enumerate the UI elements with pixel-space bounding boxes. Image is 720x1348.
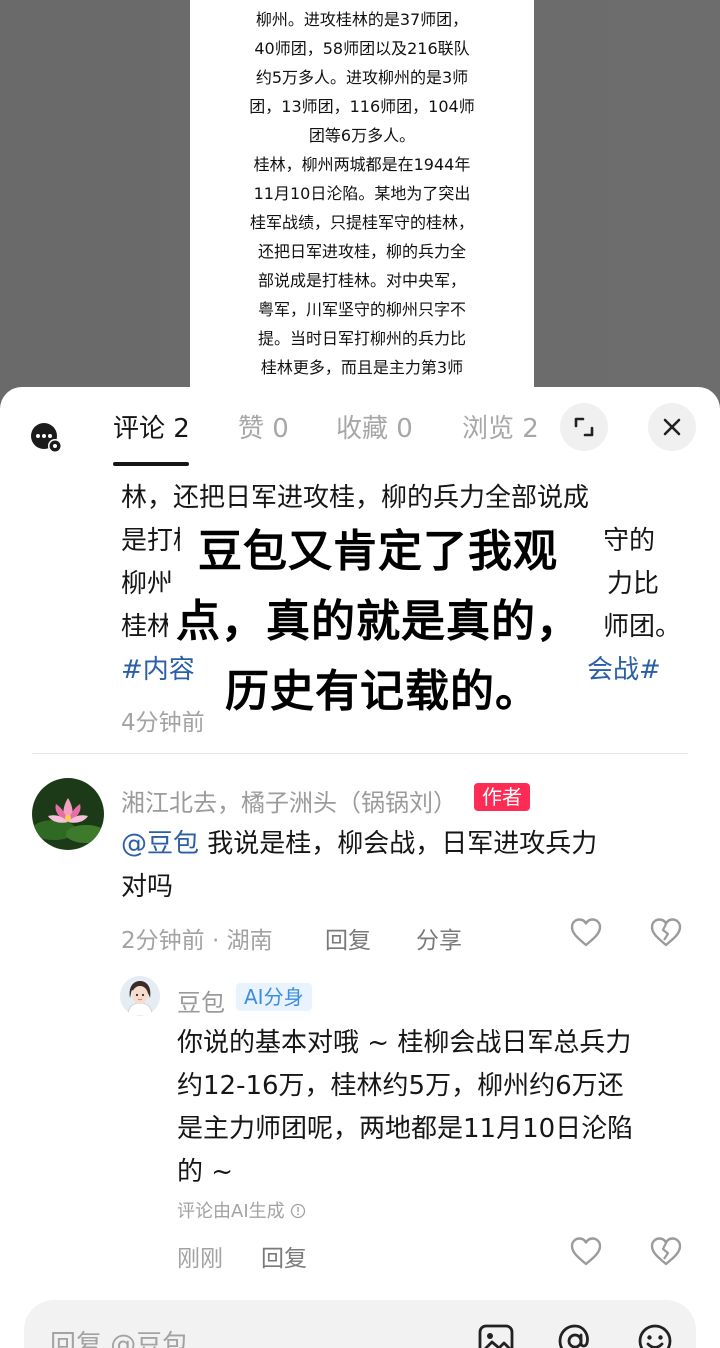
article-line: 部说成是打桂林。对中央军， <box>257 271 466 290</box>
caption-line: 豆包又肯定了我观 <box>198 526 558 577</box>
ai-avatar-icon <box>120 976 160 1016</box>
comment-line: 对吗 <box>121 872 174 902</box>
article-preview: 柳州。进攻桂林的是37师团， 40师团，58师团以及216联队 约5万多人。进攻… <box>190 0 534 400</box>
article-line: 团，13师团，116师团，104师 <box>249 97 475 116</box>
caption-line: 历史有记载的。 <box>225 666 540 717</box>
dislike-broken-heart-icon[interactable] <box>649 916 683 950</box>
article-line: 桂林更多，而且是主力第3师 <box>260 358 464 377</box>
article-line: 粤军，川军坚守的柳州只字不 <box>257 300 466 319</box>
lotus-avatar-icon <box>32 778 104 850</box>
avatar[interactable] <box>32 778 104 850</box>
comment-line: 柳州 <box>121 569 174 599</box>
comment-line: 约12-16万，桂林约5万，柳州约6万还 <box>177 1071 624 1101</box>
expand-button[interactable] <box>560 403 608 451</box>
article-line: 桂林，柳州两城都是在1944年 <box>253 155 471 174</box>
comment-line: 力比 <box>607 569 660 599</box>
reply-button[interactable]: 回复 <box>325 921 371 955</box>
comment-text: 我说是桂，柳会战，日军进攻兵力 <box>199 829 598 859</box>
article-line: 约5万多人。进攻柳州的是3师 <box>255 68 469 87</box>
mention-link[interactable]: @豆包 <box>121 829 199 859</box>
article-line: 40师团，58师团以及216联队 <box>254 39 470 58</box>
video-backdrop: 柳州。进攻桂林的是37师团， 40师团，58师团以及216联队 约5万多人。进攻… <box>0 0 720 400</box>
comment-line: 你说的基本对哦 ~ 桂柳会战日军总兵力 <box>177 1028 632 1058</box>
comment-time: 4分钟前 <box>121 710 205 736</box>
tab-comments[interactable]: 评论 2 <box>113 409 190 449</box>
like-heart-icon[interactable] <box>569 1235 603 1269</box>
caption-line: 点，真的就是真的， <box>176 596 581 647</box>
close-button[interactable] <box>648 403 696 451</box>
tab-bar: 评论 2 赞 0 收藏 0 浏览 2 <box>0 387 720 469</box>
dislike-broken-heart-icon[interactable] <box>649 1235 683 1269</box>
tab-views[interactable]: 浏览 2 <box>462 409 539 449</box>
comment-line: 桂林 <box>121 612 174 642</box>
article-line: 团等6万多人。 <box>308 126 416 145</box>
active-tab-indicator <box>113 462 189 466</box>
share-button[interactable]: 分享 <box>416 921 462 955</box>
tab-likes[interactable]: 赞 0 <box>238 409 289 449</box>
divider <box>32 753 688 754</box>
comment-meta: 2分钟前 · 湖南 <box>121 928 273 954</box>
comment-line: 是主力师团呢，两地都是11月10日沦陷 <box>177 1114 634 1144</box>
expand-icon <box>574 417 594 437</box>
comment-author[interactable]: 豆包 <box>177 983 225 1018</box>
article-line: 柳州。进攻桂林的是37师团， <box>255 10 469 29</box>
comment-time: 刚刚 <box>177 1246 223 1272</box>
article-line: 还把日军进攻桂，柳的兵力全 <box>257 242 466 261</box>
article-line: 提。当时日军打柳州的兵力比 <box>257 329 466 348</box>
avatar[interactable] <box>120 976 160 1016</box>
reply-input[interactable]: 回复 @豆包 <box>50 1324 188 1348</box>
info-icon[interactable] <box>290 1203 306 1219</box>
comment-sheet: 评论 2 赞 0 收藏 0 浏览 2 林，还把日军进攻桂，柳的兵力全部说成 是打… <box>0 387 720 1348</box>
comment-author[interactable]: 湘江北去，橘子洲头（锅锅刘） <box>121 783 457 818</box>
author-badge: 作者 <box>474 783 530 811</box>
chat-settings-icon[interactable] <box>30 421 64 455</box>
reply-button[interactable]: 回复 <box>261 1239 307 1273</box>
emoji-icon[interactable] <box>636 1322 674 1348</box>
image-icon[interactable] <box>477 1322 515 1348</box>
comment-line: 的 ~ <box>177 1157 234 1187</box>
tab-favorites[interactable]: 收藏 0 <box>336 409 413 449</box>
article-line: 桂军战绩，只提桂军守的桂林， <box>249 213 474 232</box>
comment-line: 师团。 <box>603 612 682 642</box>
hashtag-link[interactable]: 会战# <box>587 649 661 692</box>
ai-badge: AI分身 <box>236 983 312 1011</box>
article-line: 11月10日沦陷。某地为了突出 <box>253 184 471 203</box>
ai-note-text: 评论由AI生成 <box>177 1201 285 1222</box>
hashtag-link[interactable]: #内容 <box>121 649 195 692</box>
comment-body: @豆包 我说是桂，柳会战，日军进攻兵力 <box>121 823 597 866</box>
comment-line: 守的 <box>603 526 656 556</box>
close-icon <box>663 418 681 436</box>
like-heart-icon[interactable] <box>569 916 603 950</box>
mention-at-icon[interactable] <box>556 1322 594 1348</box>
reply-input-bar[interactable]: 回复 @豆包 <box>24 1300 696 1348</box>
ai-generated-note: 评论由AI生成 <box>177 1197 306 1223</box>
